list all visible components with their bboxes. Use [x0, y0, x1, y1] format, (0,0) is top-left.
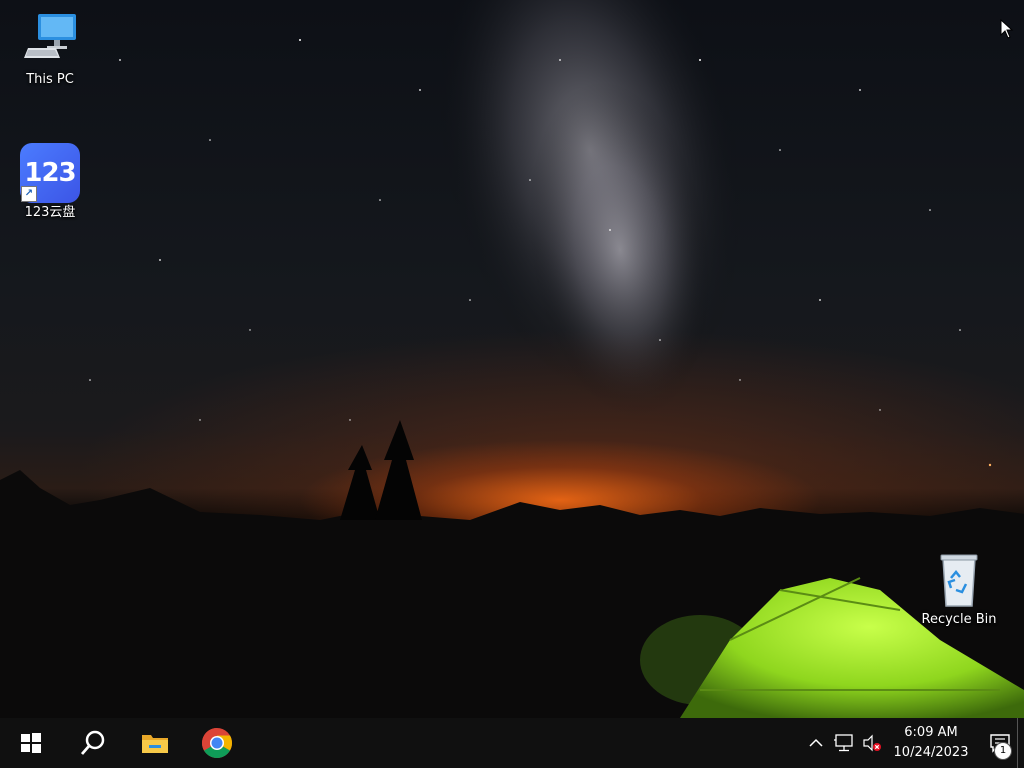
mouse-cursor-icon	[1000, 19, 1014, 39]
desktop-icon-label: This PC	[26, 72, 74, 87]
volume-muted-icon	[863, 734, 881, 752]
desktop-icon-recycle-bin[interactable]: Recycle Bin	[921, 550, 997, 628]
clock-date: 10/24/2023	[893, 745, 969, 760]
notification-count-badge: 1	[994, 742, 1012, 760]
chrome-icon	[201, 728, 233, 759]
show-hidden-icons-button[interactable]	[802, 718, 830, 768]
shortcut-arrow-icon: ↗	[21, 186, 37, 202]
app-123-glyph: 123	[24, 158, 76, 188]
show-desktop-button[interactable]	[1017, 718, 1024, 768]
desktop-background: This PC 123 ↗ 123云盘 Recycle Bin	[0, 0, 1024, 718]
wallpaper-scene	[0, 0, 1024, 718]
taskbar-clock[interactable]: 6:09 AM 10/24/2023	[886, 723, 976, 763]
search-icon	[80, 730, 105, 755]
taskbar: 6:09 AM 10/24/2023 1	[0, 718, 1024, 768]
recycle-bin-icon	[929, 550, 989, 610]
start-button[interactable]	[0, 718, 62, 768]
network-button[interactable]	[830, 718, 858, 768]
taskbar-chrome[interactable]	[186, 718, 248, 768]
desktop-icon-label: Recycle Bin	[921, 612, 997, 627]
this-pc-icon	[20, 10, 80, 70]
windows-start-icon	[21, 733, 41, 753]
file-explorer-icon	[142, 735, 168, 753]
volume-button[interactable]	[858, 718, 886, 768]
chevron-up-icon	[809, 738, 823, 747]
search-button[interactable]	[62, 718, 124, 768]
taskbar-file-explorer[interactable]	[124, 718, 186, 768]
desktop-icon-this-pc[interactable]: This PC	[13, 10, 87, 88]
desktop-icon-123-cloud[interactable]: 123 ↗ 123云盘	[13, 143, 87, 221]
desktop-icon-label: 123云盘	[24, 205, 76, 220]
app-123-icon: 123 ↗	[20, 143, 80, 203]
system-tray: 6:09 AM 10/24/2023 1	[802, 718, 1024, 768]
network-icon	[834, 734, 853, 752]
clock-time: 6:09 AM	[904, 725, 958, 740]
